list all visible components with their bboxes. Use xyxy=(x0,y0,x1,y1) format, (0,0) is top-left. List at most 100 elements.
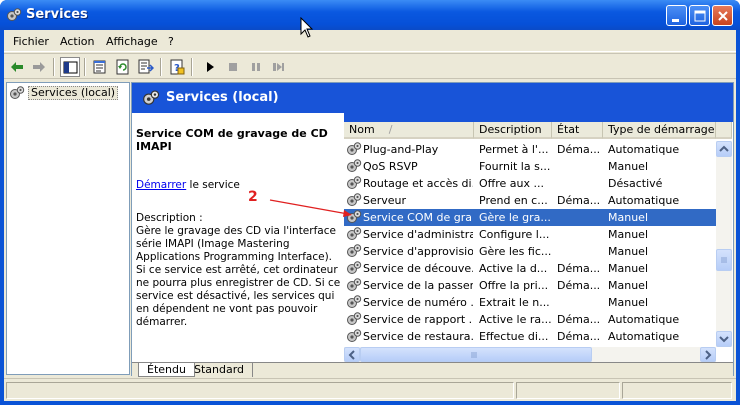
menu-affichage[interactable]: Affichage xyxy=(106,35,158,48)
minimize-button[interactable] xyxy=(666,5,687,26)
service-description-cell: Permet à l'... xyxy=(479,143,549,156)
service-state-cell: Déma... xyxy=(557,313,601,326)
scroll-down-button[interactable] xyxy=(716,331,732,347)
service-gear-icon xyxy=(347,227,362,240)
tab-standard[interactable]: Standard xyxy=(186,363,254,377)
table-row[interactable]: QoS RSVP Fournit la s... Manuel xyxy=(344,158,716,175)
annotation-number: 2 xyxy=(248,189,258,205)
service-name-cell: Service d'approvisio... xyxy=(363,245,473,258)
properties-button[interactable] xyxy=(90,57,110,77)
table-row[interactable]: Service de rapport ... Active le ra... Dém… xyxy=(344,311,716,328)
pause-service-button[interactable] xyxy=(246,57,266,77)
service-name-cell: Routage et accès di... xyxy=(363,177,473,190)
start-service-button[interactable] xyxy=(200,57,220,77)
service-name-cell: Service de découve... xyxy=(363,262,473,275)
export-list-icon xyxy=(138,59,154,74)
maximize-button[interactable] xyxy=(689,5,710,26)
service-state-cell: Déma... xyxy=(557,262,601,275)
scroll-left-button[interactable] xyxy=(344,347,360,362)
column-header-name[interactable]: Nom / xyxy=(344,122,474,139)
service-name-cell: Service de rapport ... xyxy=(363,313,473,326)
horizontal-scroll-thumb[interactable] xyxy=(360,347,592,362)
window-client: Fichier Action Affichage ? ? Services (l… xyxy=(4,30,736,401)
help-button[interactable]: ? xyxy=(167,57,187,77)
grip-icon xyxy=(721,257,727,263)
service-startup-cell: Automatique xyxy=(608,313,680,326)
restart-service-button[interactable] xyxy=(269,57,289,77)
scroll-thumb[interactable] xyxy=(716,249,732,271)
grip-icon xyxy=(471,352,477,358)
vertical-scrollbar[interactable] xyxy=(716,141,732,347)
service-detail-panel: Service COM de gravage de CD IMAPI Démar… xyxy=(136,127,344,329)
service-startup-cell: Manuel xyxy=(608,279,648,292)
back-button[interactable] xyxy=(7,57,27,77)
start-service-link[interactable]: Démarrer xyxy=(136,179,186,191)
close-button[interactable] xyxy=(712,5,733,26)
table-row[interactable]: Service de numéro ... Extrait le n... Manu… xyxy=(344,294,716,311)
service-state-cell: Déma... xyxy=(557,330,601,343)
services-gear-icon xyxy=(143,90,160,105)
service-startup-cell: Manuel xyxy=(608,245,648,258)
service-description-cell: Prend en c... xyxy=(479,194,548,207)
services-gear-icon xyxy=(7,8,22,21)
scroll-up-button[interactable] xyxy=(716,141,732,157)
properties-icon xyxy=(93,60,106,74)
forward-icon xyxy=(33,62,45,72)
menu-help[interactable]: ? xyxy=(168,35,174,48)
service-name-cell: Serveur xyxy=(363,194,407,207)
service-state-cell: Déma... xyxy=(557,279,601,292)
scroll-right-button[interactable] xyxy=(700,347,716,362)
table-row[interactable]: Service COM de gra... Gère le gra... Manue… xyxy=(344,209,716,226)
table-row[interactable]: Service de restaura... Effectue di... Déma… xyxy=(344,328,716,345)
table-row[interactable]: Routage et accès di... Offre aux ... Désac… xyxy=(344,175,716,192)
service-startup-cell: Désactivé xyxy=(608,177,663,190)
table-row[interactable]: Service d'administra... Configure l... Man… xyxy=(344,226,716,243)
export-list-button[interactable] xyxy=(136,57,156,77)
column-header-filler xyxy=(716,122,732,139)
toolbar-separator xyxy=(160,58,162,76)
console-tree[interactable]: Services (local) xyxy=(6,82,130,375)
show-hide-tree-button[interactable] xyxy=(60,57,80,77)
column-header-state[interactable]: État xyxy=(552,122,603,139)
service-startup-cell: Automatique xyxy=(608,143,680,156)
column-header-description[interactable]: Description xyxy=(474,122,552,139)
status-panel-3 xyxy=(622,382,732,399)
service-startup-cell: Manuel xyxy=(608,262,648,275)
window-title: Services xyxy=(26,7,88,22)
service-startup-cell: Automatique xyxy=(608,330,680,343)
service-description-cell: Configure l... xyxy=(479,228,550,241)
service-description-cell: Active la d... xyxy=(479,262,548,275)
service-description-cell: Effectue di... xyxy=(479,330,549,343)
help-icon: ? xyxy=(170,59,185,75)
table-row[interactable]: Service de la passer... Offre la pri... Dé… xyxy=(344,277,716,294)
title-bar[interactable]: Services xyxy=(0,0,740,30)
services-gear-icon xyxy=(10,86,25,99)
horizontal-scrollbar[interactable] xyxy=(344,347,716,362)
service-startup-cell: Manuel xyxy=(608,211,648,224)
services-window: Services Fichier Action Affichage ? ? Se… xyxy=(0,0,740,405)
service-gear-icon xyxy=(347,295,362,308)
toolbar: ? xyxy=(4,53,736,79)
maximize-icon xyxy=(694,10,706,22)
view-tabs: Étendu Standard xyxy=(132,362,733,377)
refresh-icon xyxy=(116,59,129,75)
menu-fichier[interactable]: Fichier xyxy=(13,35,49,48)
service-description-cell: Extrait le n... xyxy=(479,296,550,309)
services-list[interactable]: Nom / Description État Type de démarrage … xyxy=(344,122,732,362)
stop-icon xyxy=(229,63,237,71)
service-description: Gère le gravage des CD via l'interface s… xyxy=(136,225,341,328)
column-header-startup[interactable]: Type de démarrage xyxy=(603,122,716,139)
service-state-cell: Déma... xyxy=(557,143,601,156)
forward-button[interactable] xyxy=(29,57,49,77)
status-panel-2 xyxy=(516,382,620,399)
table-row[interactable]: Serveur Prend en c... Déma... Automatique xyxy=(344,192,716,209)
stop-service-button[interactable] xyxy=(223,57,243,77)
service-name-cell: Service de restaura... xyxy=(363,330,473,343)
table-row[interactable]: Plug-and-Play Permet à l'... Déma... Automa… xyxy=(344,141,716,158)
refresh-button[interactable] xyxy=(113,57,133,77)
menu-action[interactable]: Action xyxy=(60,35,94,48)
service-description-cell: Offre aux ... xyxy=(479,177,544,190)
table-row[interactable]: Service d'approvisio... Gère les fic... Ma… xyxy=(344,243,716,260)
table-row[interactable]: Service de découve... Active la d... Déma.… xyxy=(344,260,716,277)
pane-title: Services (local) xyxy=(166,90,279,105)
